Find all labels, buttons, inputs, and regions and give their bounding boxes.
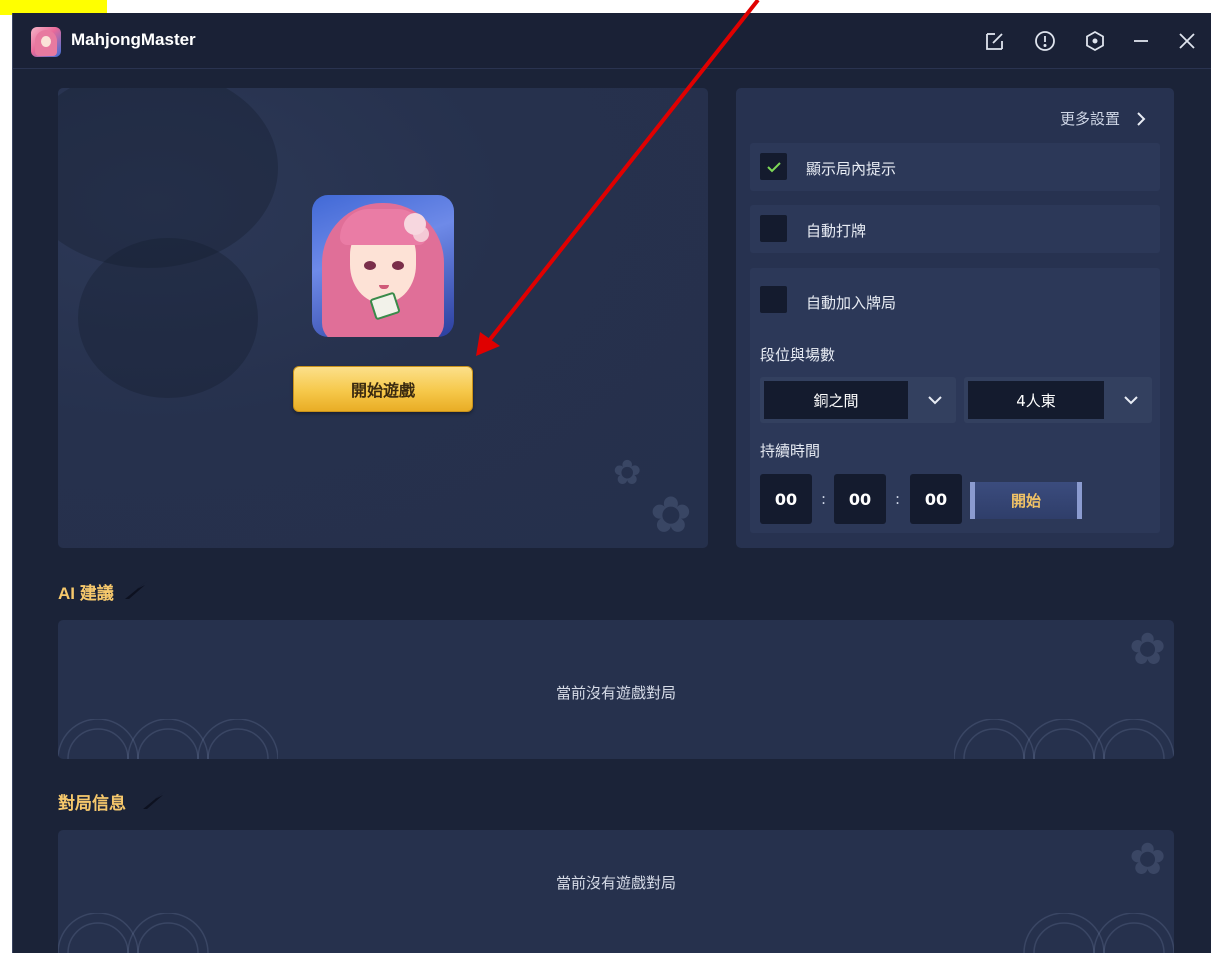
auto-join-section: 自動加入牌局 段位與場數 銅之間 4人東 持續時間 00 : 00 : 00 開… xyxy=(750,268,1160,533)
time-separator: : xyxy=(895,490,901,508)
close-icon[interactable] xyxy=(1173,27,1201,55)
auto-join-label: 自動加入牌局 xyxy=(806,294,897,312)
app-window: MahjongMaster 開始遊戲 ✿ ✿ 更多設置 顯示局內提示 自動打牌 … xyxy=(12,13,1211,953)
ai-section-title: AI 建議 xyxy=(58,584,114,603)
app-title: MahjongMaster xyxy=(71,30,196,49)
mode-select[interactable]: 4人東 xyxy=(964,377,1152,423)
wave-pattern-icon xyxy=(58,913,209,953)
minutes-input[interactable]: 00 xyxy=(834,474,886,524)
edit-icon[interactable] xyxy=(981,27,1009,55)
checkmark-icon xyxy=(766,161,781,172)
info-icon[interactable] xyxy=(1031,27,1059,55)
brush-stroke-icon xyxy=(125,581,147,599)
chevron-down-icon xyxy=(1124,396,1138,405)
auto-play-checkbox[interactable] xyxy=(760,215,787,242)
mode-select-value: 4人東 xyxy=(968,381,1104,419)
show-hints-row: 顯示局內提示 xyxy=(750,143,1160,191)
ai-empty-text: 當前沒有遊戲對局 xyxy=(555,684,676,702)
rank-select-value: 銅之間 xyxy=(764,381,908,419)
ai-suggestion-panel: 當前沒有遊戲對局 ✿ xyxy=(58,620,1174,759)
sakura-icon: ✿ xyxy=(613,453,642,493)
chevron-right-icon xyxy=(1137,111,1146,126)
show-hints-checkbox[interactable] xyxy=(760,153,787,180)
sakura-icon: ✿ xyxy=(1129,834,1166,885)
match-empty-text: 當前沒有遊戲對局 xyxy=(555,874,676,892)
settings-icon[interactable] xyxy=(1081,27,1109,55)
match-info-panel: 當前沒有遊戲對局 ✿ xyxy=(58,830,1174,953)
start-game-button[interactable]: 開始遊戲 xyxy=(293,366,473,412)
auto-play-label: 自動打牌 xyxy=(806,222,867,240)
auto-play-row: 自動打牌 xyxy=(750,205,1160,253)
background-texture xyxy=(78,238,258,398)
title-bar: MahjongMaster xyxy=(13,13,1211,69)
app-logo-icon xyxy=(31,27,61,57)
settings-panel: 更多設置 顯示局內提示 自動打牌 自動加入牌局 段位與場數 銅之間 4人東 持續… xyxy=(736,88,1174,548)
game-launch-panel: 開始遊戲 ✿ ✿ xyxy=(58,88,708,548)
chevron-down-icon xyxy=(928,396,942,405)
rank-select[interactable]: 銅之間 xyxy=(760,377,956,423)
hours-input[interactable]: 00 xyxy=(760,474,812,524)
time-separator: : xyxy=(821,490,827,508)
sakura-icon: ✿ xyxy=(650,486,692,544)
game-character-image xyxy=(312,195,454,337)
rank-label: 段位與場數 xyxy=(760,346,836,364)
seconds-input[interactable]: 00 xyxy=(910,474,962,524)
wave-pattern-icon xyxy=(954,719,1174,759)
wave-pattern-icon xyxy=(1023,913,1174,953)
match-section-title: 對局信息 xyxy=(58,794,126,813)
more-settings-label: 更多設置 xyxy=(1059,110,1120,128)
start-timer-button[interactable]: 開始 xyxy=(970,482,1082,519)
brush-stroke-icon xyxy=(143,791,165,809)
more-settings-link[interactable]: 更多設置 xyxy=(1060,108,1148,129)
duration-label: 持續時間 xyxy=(760,442,821,460)
auto-join-checkbox[interactable] xyxy=(760,286,787,313)
minimize-icon[interactable] xyxy=(1127,27,1155,55)
sakura-icon: ✿ xyxy=(1129,624,1166,675)
wave-pattern-icon xyxy=(58,719,278,759)
show-hints-label: 顯示局內提示 xyxy=(806,160,897,178)
